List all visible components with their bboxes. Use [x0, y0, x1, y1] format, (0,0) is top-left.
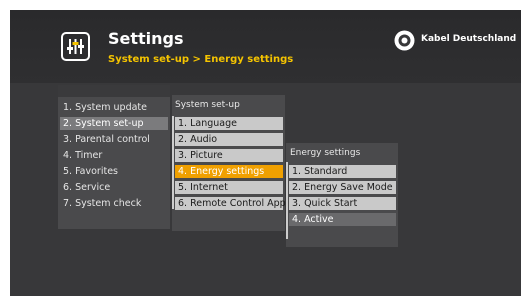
- setup-menu-item-audio[interactable]: 2. Audio: [175, 133, 283, 146]
- setup-menu-title: System set-up: [175, 100, 240, 110]
- setup-menu-item-remote-control-app[interactable]: 6. Remote Control App: [175, 197, 286, 210]
- setup-menu-item-energy-settings[interactable]: 4. Energy settings: [175, 165, 283, 178]
- main-menu-item-system-update[interactable]: 1. System update: [60, 101, 168, 114]
- brand-name: Kabel Deutschland: [421, 34, 517, 44]
- tv-screen: Settings System set-up > Energy settings…: [10, 10, 521, 296]
- setup-menu-item-internet[interactable]: 5. Internet: [175, 181, 283, 194]
- main-menu-item-service[interactable]: 6. Service: [60, 181, 168, 194]
- page-title: Settings: [108, 29, 184, 48]
- energy-menu-title: Energy settings: [290, 148, 361, 158]
- setup-menu-item-picture[interactable]: 3. Picture: [175, 149, 283, 162]
- equalizer-icon: [61, 32, 90, 61]
- main-menu-item-parental-control[interactable]: 3. Parental control: [60, 133, 168, 146]
- main-menu-item-favorites[interactable]: 5. Favorites: [60, 165, 168, 178]
- energy-menu-panel: [286, 143, 398, 247]
- setup-menu-panel: [172, 95, 285, 231]
- energy-option-quick-start[interactable]: 3. Quick Start: [289, 197, 396, 210]
- kabel-deutschland-logo: [394, 30, 415, 51]
- breadcrumb: System set-up > Energy settings: [108, 54, 294, 65]
- main-menu-item-system-setup[interactable]: 2. System set-up: [60, 117, 168, 130]
- header-bar: Settings System set-up > Energy settings…: [10, 10, 521, 83]
- energy-option-energy-save-mode[interactable]: 2. Energy Save Mode: [289, 181, 396, 194]
- energy-option-active[interactable]: 4. Active: [289, 213, 396, 226]
- main-menu-item-system-check[interactable]: 7. System check: [60, 197, 168, 210]
- main-menu-item-timer[interactable]: 4. Timer: [60, 149, 168, 162]
- energy-option-standard[interactable]: 1. Standard: [289, 165, 396, 178]
- setup-menu-item-language[interactable]: 1. Language: [175, 117, 283, 130]
